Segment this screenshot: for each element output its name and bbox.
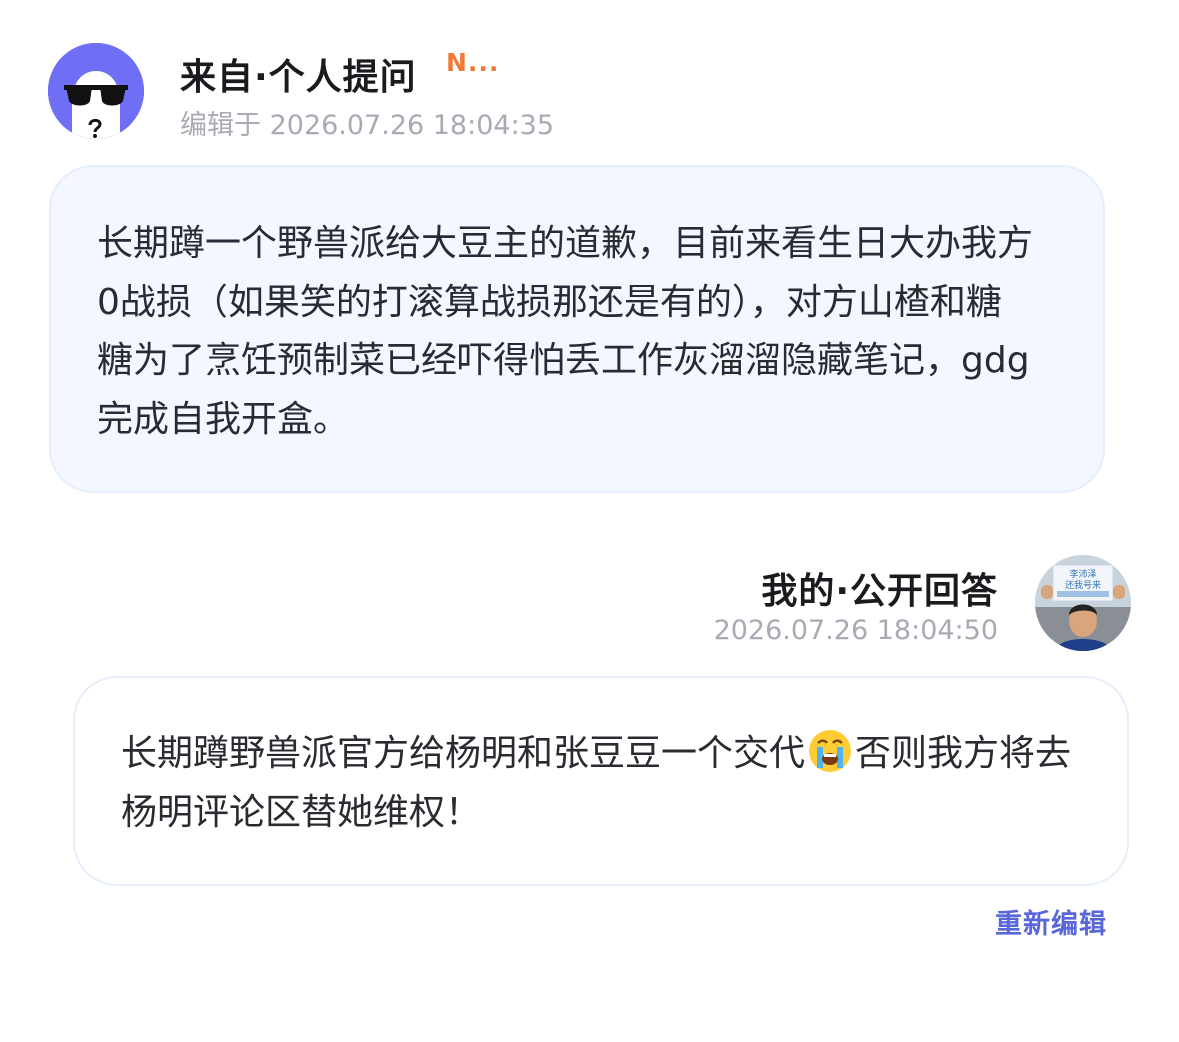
- avatar-sign-line2: 还我号来: [1065, 579, 1101, 591]
- answer-time: 2026.07.26 18:04:50: [713, 615, 998, 646]
- question-avatar[interactable]: [48, 43, 144, 139]
- answer-text: 长期蹲野兽派官方给杨明和张豆豆一个交代 否则我方将去杨明评论区替她维权！: [121, 725, 1081, 842]
- answer-text-main: 长期蹲野兽派官方给杨明和张豆豆一个交代: [121, 733, 806, 774]
- answer-avatar[interactable]: 李沛泽 还我号来: [1035, 555, 1131, 651]
- question-source-title: 来自·个人提问: [180, 57, 417, 98]
- question-text: 长期蹲一个野兽派给大豆主的道歉，目前来看生日大办我方0战损（如果笑的打滚算战损那…: [97, 223, 1034, 440]
- question-tag: N...: [446, 48, 500, 77]
- avatar-sign-line1: 李沛泽: [1069, 568, 1096, 580]
- answer-title: 我的·公开回答: [761, 571, 998, 612]
- sunglasses-ghost-icon: [48, 43, 144, 139]
- user-photo-icon: 李沛泽 还我号来: [1035, 555, 1131, 651]
- re-edit-button[interactable]: 重新编辑: [995, 902, 1107, 941]
- loudly-crying-face-icon: [809, 730, 852, 772]
- qa-card: 来自·个人提问 N... 编辑于 2026.07.26 18:04:35 长期蹲…: [0, 0, 1179, 1042]
- question-edited-time: 编辑于 2026.07.26 18:04:35: [180, 110, 555, 141]
